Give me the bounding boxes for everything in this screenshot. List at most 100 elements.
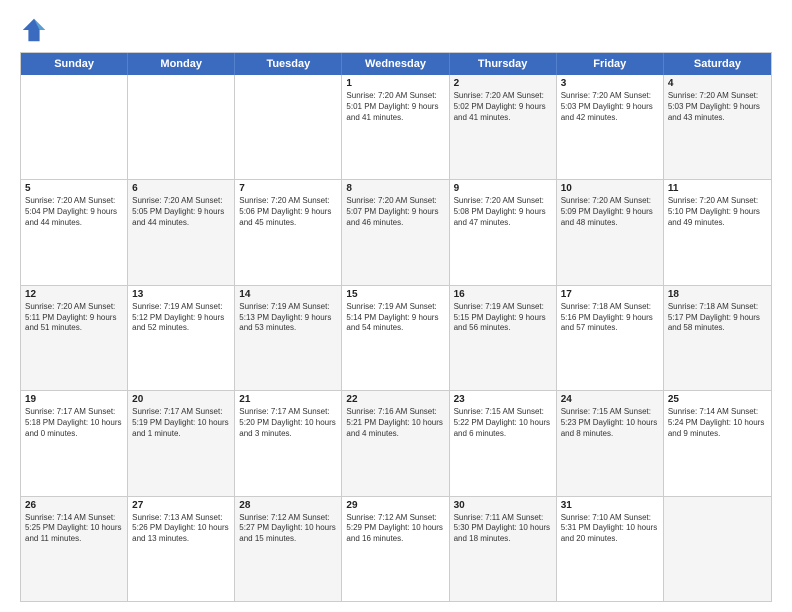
calendar-day-empty	[664, 497, 771, 601]
calendar-day-29: 29 Sunrise: 7:12 AM Sunset: 5:29 PM Dayli…	[342, 497, 449, 601]
day-number: 12	[25, 289, 123, 300]
day-header-thursday: Thursday	[450, 53, 557, 75]
calendar-day-21: 21 Sunrise: 7:17 AM Sunset: 5:20 PM Dayli…	[235, 391, 342, 495]
day-info: Sunrise: 7:17 AM Sunset: 5:20 PM Dayligh…	[239, 407, 337, 439]
day-info: Sunrise: 7:10 AM Sunset: 5:31 PM Dayligh…	[561, 513, 659, 545]
day-number: 23	[454, 394, 552, 405]
day-info: Sunrise: 7:19 AM Sunset: 5:13 PM Dayligh…	[239, 302, 337, 334]
day-info: Sunrise: 7:20 AM Sunset: 5:11 PM Dayligh…	[25, 302, 123, 334]
calendar-day-26: 26 Sunrise: 7:14 AM Sunset: 5:25 PM Dayli…	[21, 497, 128, 601]
calendar-day-1: 1Sunrise: 7:20 AM Sunset: 5:01 PM Daylig…	[342, 75, 449, 179]
day-header-tuesday: Tuesday	[235, 53, 342, 75]
day-number: 10	[561, 183, 659, 194]
calendar-day-19: 19Sunrise: 7:17 AM Sunset: 5:18 PM Dayli…	[21, 391, 128, 495]
day-header-monday: Monday	[128, 53, 235, 75]
day-number: 29	[346, 500, 444, 511]
day-number: 4	[668, 78, 767, 89]
calendar-day-24: 24 Sunrise: 7:15 AM Sunset: 5:23 PM Dayli…	[557, 391, 664, 495]
day-info: Sunrise: 7:12 AM Sunset: 5:27 PM Dayligh…	[239, 513, 337, 545]
calendar-day-28: 28 Sunrise: 7:12 AM Sunset: 5:27 PM Dayli…	[235, 497, 342, 601]
logo-icon	[20, 16, 48, 44]
day-info: Sunrise: 7:20 AM Sunset: 5:05 PM Dayligh…	[132, 196, 230, 228]
calendar: SundayMondayTuesdayWednesdayThursdayFrid…	[20, 52, 772, 602]
calendar-day-17: 17 Sunrise: 7:18 AM Sunset: 5:16 PM Dayli…	[557, 286, 664, 390]
day-info: Sunrise: 7:17 AM Sunset: 5:19 PM Dayligh…	[132, 407, 230, 439]
calendar-row: 5 Sunrise: 7:20 AM Sunset: 5:04 PM Daylig…	[21, 179, 771, 284]
day-number: 14	[239, 289, 337, 300]
page: SundayMondayTuesdayWednesdayThursdayFrid…	[0, 0, 792, 612]
day-number: 24	[561, 394, 659, 405]
calendar-row: 1Sunrise: 7:20 AM Sunset: 5:01 PM Daylig…	[21, 75, 771, 179]
calendar-header: SundayMondayTuesdayWednesdayThursdayFrid…	[21, 53, 771, 75]
day-number: 20	[132, 394, 230, 405]
day-number: 3	[561, 78, 659, 89]
day-number: 19	[25, 394, 123, 405]
day-number: 8	[346, 183, 444, 194]
day-number: 16	[454, 289, 552, 300]
day-info: Sunrise: 7:12 AM Sunset: 5:29 PM Dayligh…	[346, 513, 444, 545]
calendar-day-3: 3 Sunrise: 7:20 AM Sunset: 5:03 PM Daylig…	[557, 75, 664, 179]
calendar-day-22: 22Sunrise: 7:16 AM Sunset: 5:21 PM Dayli…	[342, 391, 449, 495]
calendar-day-15: 15Sunrise: 7:19 AM Sunset: 5:14 PM Dayli…	[342, 286, 449, 390]
day-number: 11	[668, 183, 767, 194]
calendar-day-4: 4 Sunrise: 7:20 AM Sunset: 5:03 PM Daylig…	[664, 75, 771, 179]
day-number: 5	[25, 183, 123, 194]
day-info: Sunrise: 7:19 AM Sunset: 5:12 PM Dayligh…	[132, 302, 230, 334]
day-header-friday: Friday	[557, 53, 664, 75]
day-number: 2	[454, 78, 552, 89]
calendar-day-9: 9Sunrise: 7:20 AM Sunset: 5:08 PM Daylig…	[450, 180, 557, 284]
day-info: Sunrise: 7:14 AM Sunset: 5:24 PM Dayligh…	[668, 407, 767, 439]
day-info: Sunrise: 7:14 AM Sunset: 5:25 PM Dayligh…	[25, 513, 123, 545]
day-header-saturday: Saturday	[664, 53, 771, 75]
day-info: Sunrise: 7:20 AM Sunset: 5:03 PM Dayligh…	[561, 91, 659, 123]
day-info: Sunrise: 7:15 AM Sunset: 5:23 PM Dayligh…	[561, 407, 659, 439]
calendar-day-20: 20 Sunrise: 7:17 AM Sunset: 5:19 PM Dayli…	[128, 391, 235, 495]
day-number: 17	[561, 289, 659, 300]
calendar-day-23: 23Sunrise: 7:15 AM Sunset: 5:22 PM Dayli…	[450, 391, 557, 495]
calendar-day-empty	[21, 75, 128, 179]
day-number: 18	[668, 289, 767, 300]
day-info: Sunrise: 7:20 AM Sunset: 5:06 PM Dayligh…	[239, 196, 337, 228]
day-info: Sunrise: 7:19 AM Sunset: 5:15 PM Dayligh…	[454, 302, 552, 334]
calendar-day-5: 5 Sunrise: 7:20 AM Sunset: 5:04 PM Daylig…	[21, 180, 128, 284]
day-info: Sunrise: 7:20 AM Sunset: 5:07 PM Dayligh…	[346, 196, 444, 228]
day-number: 15	[346, 289, 444, 300]
day-info: Sunrise: 7:20 AM Sunset: 5:04 PM Dayligh…	[25, 196, 123, 228]
day-number: 27	[132, 500, 230, 511]
day-number: 21	[239, 394, 337, 405]
calendar-day-10: 10Sunrise: 7:20 AM Sunset: 5:09 PM Dayli…	[557, 180, 664, 284]
day-number: 28	[239, 500, 337, 511]
day-info: Sunrise: 7:20 AM Sunset: 5:08 PM Dayligh…	[454, 196, 552, 228]
calendar-day-8: 8 Sunrise: 7:20 AM Sunset: 5:07 PM Daylig…	[342, 180, 449, 284]
calendar-body: 1Sunrise: 7:20 AM Sunset: 5:01 PM Daylig…	[21, 75, 771, 601]
day-number: 7	[239, 183, 337, 194]
calendar-day-30: 30Sunrise: 7:11 AM Sunset: 5:30 PM Dayli…	[450, 497, 557, 601]
calendar-day-25: 25Sunrise: 7:14 AM Sunset: 5:24 PM Dayli…	[664, 391, 771, 495]
day-info: Sunrise: 7:18 AM Sunset: 5:16 PM Dayligh…	[561, 302, 659, 334]
day-info: Sunrise: 7:11 AM Sunset: 5:30 PM Dayligh…	[454, 513, 552, 545]
day-info: Sunrise: 7:20 AM Sunset: 5:01 PM Dayligh…	[346, 91, 444, 123]
calendar-day-13: 13 Sunrise: 7:19 AM Sunset: 5:12 PM Dayli…	[128, 286, 235, 390]
calendar-day-2: 2 Sunrise: 7:20 AM Sunset: 5:02 PM Daylig…	[450, 75, 557, 179]
day-header-wednesday: Wednesday	[342, 53, 449, 75]
calendar-row: 12 Sunrise: 7:20 AM Sunset: 5:11 PM Dayli…	[21, 285, 771, 390]
header	[20, 16, 772, 44]
calendar-day-27: 27 Sunrise: 7:13 AM Sunset: 5:26 PM Dayli…	[128, 497, 235, 601]
day-number: 13	[132, 289, 230, 300]
calendar-day-6: 6 Sunrise: 7:20 AM Sunset: 5:05 PM Daylig…	[128, 180, 235, 284]
day-info: Sunrise: 7:13 AM Sunset: 5:26 PM Dayligh…	[132, 513, 230, 545]
day-info: Sunrise: 7:20 AM Sunset: 5:02 PM Dayligh…	[454, 91, 552, 123]
day-header-sunday: Sunday	[21, 53, 128, 75]
logo	[20, 16, 50, 44]
calendar-day-16: 16 Sunrise: 7:19 AM Sunset: 5:15 PM Dayli…	[450, 286, 557, 390]
day-number: 26	[25, 500, 123, 511]
calendar-day-empty	[235, 75, 342, 179]
day-info: Sunrise: 7:16 AM Sunset: 5:21 PM Dayligh…	[346, 407, 444, 439]
day-info: Sunrise: 7:18 AM Sunset: 5:17 PM Dayligh…	[668, 302, 767, 334]
calendar-day-18: 18 Sunrise: 7:18 AM Sunset: 5:17 PM Dayli…	[664, 286, 771, 390]
calendar-row: 26 Sunrise: 7:14 AM Sunset: 5:25 PM Dayli…	[21, 496, 771, 601]
day-number: 6	[132, 183, 230, 194]
calendar-day-12: 12 Sunrise: 7:20 AM Sunset: 5:11 PM Dayli…	[21, 286, 128, 390]
day-number: 31	[561, 500, 659, 511]
day-info: Sunrise: 7:20 AM Sunset: 5:03 PM Dayligh…	[668, 91, 767, 123]
